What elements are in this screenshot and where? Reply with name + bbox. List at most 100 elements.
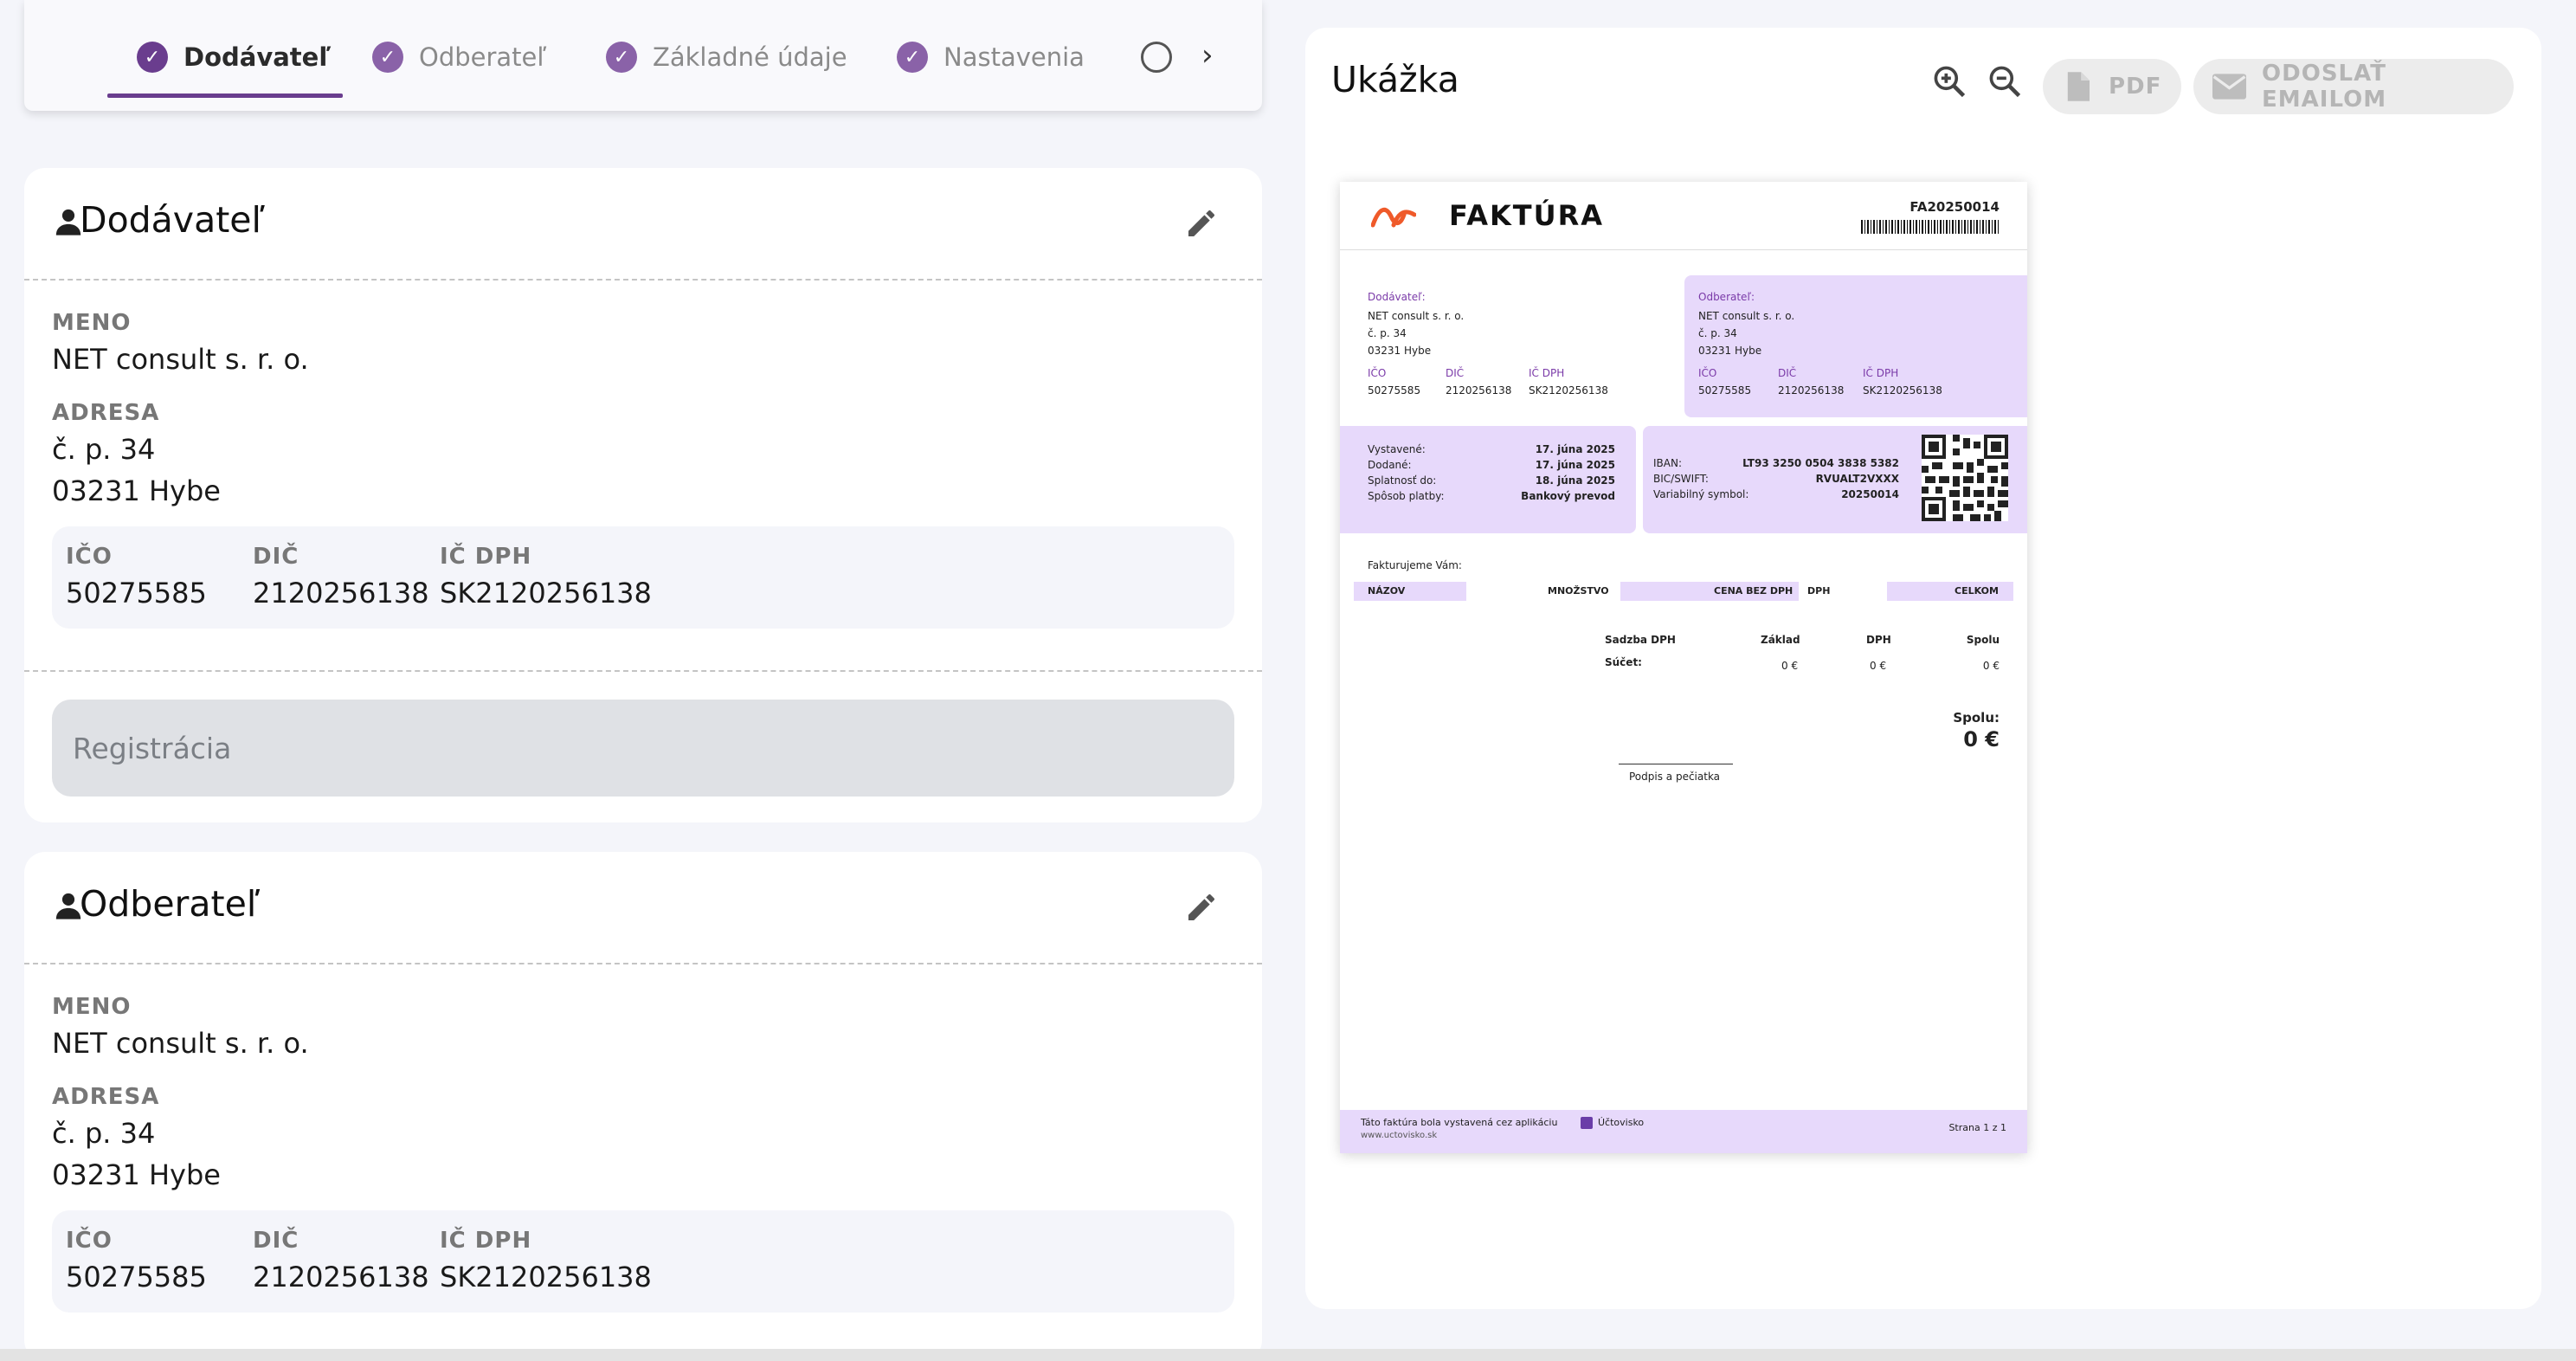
inv-icdph: SK2120256138 bbox=[1529, 384, 1608, 397]
step-label: Základné údaje bbox=[653, 42, 847, 72]
icdph-label: IČ DPH bbox=[440, 544, 532, 570]
zoom-out-icon[interactable] bbox=[1986, 62, 2024, 100]
step-customer[interactable]: ✓ Odberateľ bbox=[372, 38, 546, 76]
divider bbox=[24, 963, 1262, 964]
inv-icdph-label: IČ DPH bbox=[1863, 367, 1899, 379]
person-icon bbox=[55, 209, 81, 235]
supplier-name: NET consult s. r. o. bbox=[52, 343, 309, 376]
registration-field[interactable]: Registrácia bbox=[52, 700, 1234, 797]
inv-dic: 2120256138 bbox=[1446, 384, 1512, 397]
payment-label: Spôsob platby: bbox=[1368, 490, 1445, 502]
inv-dic-label: DIČ bbox=[1778, 367, 1797, 379]
inv-customer-addr1: č. p. 34 bbox=[1698, 327, 1737, 339]
step-settings[interactable]: ✓ Nastavenia bbox=[897, 38, 1085, 76]
person-icon bbox=[55, 893, 81, 919]
dic-label: DIČ bbox=[253, 1228, 299, 1254]
ico-label: IČO bbox=[66, 544, 113, 570]
inv-dic-label: DIČ bbox=[1446, 367, 1465, 379]
col-vat: DPH bbox=[1807, 585, 1831, 597]
bic-label: BIC/SWIFT: bbox=[1653, 473, 1709, 485]
send-email-button[interactable]: ODOSLAŤ EMAILOM bbox=[2193, 59, 2514, 114]
customer-dic: 2120256138 bbox=[253, 1261, 429, 1293]
invoice-title: FAKTÚRA bbox=[1449, 199, 1604, 232]
header-divider bbox=[1340, 249, 2027, 250]
inv-supplier-addr1: č. p. 34 bbox=[1368, 327, 1407, 339]
customer-icdph: SK2120256138 bbox=[440, 1261, 652, 1293]
supplier-icdph: SK2120256138 bbox=[440, 577, 652, 610]
check-icon: ✓ bbox=[897, 42, 928, 73]
page-number: Strana 1 z 1 bbox=[1948, 1122, 2006, 1133]
sum-vat-label: DPH bbox=[1866, 634, 1891, 646]
address-label: ADRESA bbox=[52, 1084, 160, 1110]
step-supplier[interactable]: ✓ Dodávateľ bbox=[137, 38, 331, 76]
edit-pencil-icon[interactable] bbox=[1184, 890, 1219, 925]
grand-total-label: Spolu: bbox=[1953, 710, 2000, 726]
delivered-label: Dodané: bbox=[1368, 459, 1412, 471]
bic-value: RVUALT2VXXX bbox=[1815, 473, 1899, 485]
dic-label: DIČ bbox=[253, 544, 299, 570]
name-label: MENO bbox=[52, 310, 132, 336]
vs-label: Variabilný symbol: bbox=[1653, 488, 1749, 500]
divider bbox=[24, 670, 1262, 672]
qr-code-icon bbox=[1922, 435, 2008, 521]
customer-ico: 50275585 bbox=[66, 1261, 207, 1293]
pdf-file-icon bbox=[2067, 72, 2090, 101]
inv-ico-label: IČO bbox=[1698, 367, 1717, 379]
inv-customer-addr2: 03231 Hybe bbox=[1698, 345, 1762, 357]
supplier-ico: 50275585 bbox=[66, 577, 207, 610]
step-label: Nastavenia bbox=[943, 42, 1085, 72]
address-label: ADRESA bbox=[52, 400, 160, 426]
sum-base-label: Základ bbox=[1761, 634, 1800, 646]
customer-title: Odberateľ bbox=[80, 883, 261, 925]
due-date: 18. júna 2025 bbox=[1535, 474, 1615, 487]
signature-label: Podpis a pečiatka bbox=[1629, 771, 1721, 783]
check-icon: ✓ bbox=[137, 42, 168, 73]
invoice-intro: Fakturujeme Vám: bbox=[1368, 559, 1462, 571]
invoice-number: FA20250014 bbox=[1909, 199, 2000, 215]
step-basic-info[interactable]: ✓ Základné údaje bbox=[606, 38, 847, 76]
col-price: CENA BEZ DPH bbox=[1714, 585, 1794, 597]
pdf-button[interactable]: PDF bbox=[2043, 59, 2181, 114]
stepper: ✓ Dodávateľ ✓ Odberateľ ✓ Základné údaje… bbox=[24, 0, 1262, 111]
logo-icon bbox=[1371, 208, 1416, 228]
horizontal-scrollbar[interactable] bbox=[0, 1349, 2576, 1361]
sum-total-value: 0 € bbox=[1982, 660, 2000, 672]
inv-ico-label: IČO bbox=[1368, 367, 1387, 379]
sum-vat-value: 0 € bbox=[1870, 660, 1887, 672]
preview-panel: Ukážka PDF ODOSLAŤ EMAILOM FAKTÚRA FA202… bbox=[1305, 28, 2541, 1309]
step-label: Dodávateľ bbox=[184, 42, 332, 72]
name-label: MENO bbox=[52, 994, 132, 1020]
col-qty: MNOŽSTVO bbox=[1548, 585, 1609, 597]
customer-address-line2: 03231 Hybe bbox=[52, 1158, 221, 1191]
supplier-address-line2: 03231 Hybe bbox=[52, 474, 221, 507]
barcode bbox=[1861, 220, 2000, 234]
footer-url: www.uctovisko.sk bbox=[1361, 1131, 1438, 1140]
customer-address-line1: č. p. 34 bbox=[52, 1117, 156, 1150]
email-icon bbox=[2212, 74, 2247, 100]
inv-supplier-label: Dodávateľ: bbox=[1368, 291, 1426, 303]
issued-date: 17. júna 2025 bbox=[1535, 443, 1615, 455]
circle-icon bbox=[1141, 42, 1172, 73]
chevron-right-icon[interactable]: › bbox=[1201, 38, 1214, 73]
inv-supplier-addr2: 03231 Hybe bbox=[1368, 345, 1432, 357]
customer-name: NET consult s. r. o. bbox=[52, 1027, 309, 1060]
due-label: Splatnosť do: bbox=[1368, 474, 1437, 487]
supplier-dic: 2120256138 bbox=[253, 577, 429, 610]
sum-rate-label: Sadzba DPH bbox=[1605, 634, 1676, 646]
sum-base-value: 0 € bbox=[1781, 660, 1799, 672]
edit-pencil-icon[interactable] bbox=[1184, 206, 1219, 241]
active-step-underline bbox=[107, 94, 343, 98]
zoom-in-icon[interactable] bbox=[1930, 62, 1968, 100]
inv-icdph: SK2120256138 bbox=[1863, 384, 1942, 397]
col-name: NÁZOV bbox=[1368, 585, 1406, 597]
step-label: Odberateľ bbox=[419, 42, 547, 72]
preview-title: Ukážka bbox=[1331, 59, 1459, 100]
ico-label: IČO bbox=[66, 1228, 113, 1254]
supplier-title: Dodávateľ bbox=[80, 199, 265, 241]
step-next-pending[interactable] bbox=[1141, 38, 1172, 76]
check-icon: ✓ bbox=[372, 42, 403, 73]
pdf-label: PDF bbox=[2109, 74, 2162, 100]
col-total: CELKOM bbox=[1955, 585, 1999, 597]
inv-icdph-label: IČ DPH bbox=[1529, 367, 1565, 379]
invoice-document: FAKTÚRA FA20250014 Dodávateľ: NET consul… bbox=[1340, 182, 2027, 1153]
